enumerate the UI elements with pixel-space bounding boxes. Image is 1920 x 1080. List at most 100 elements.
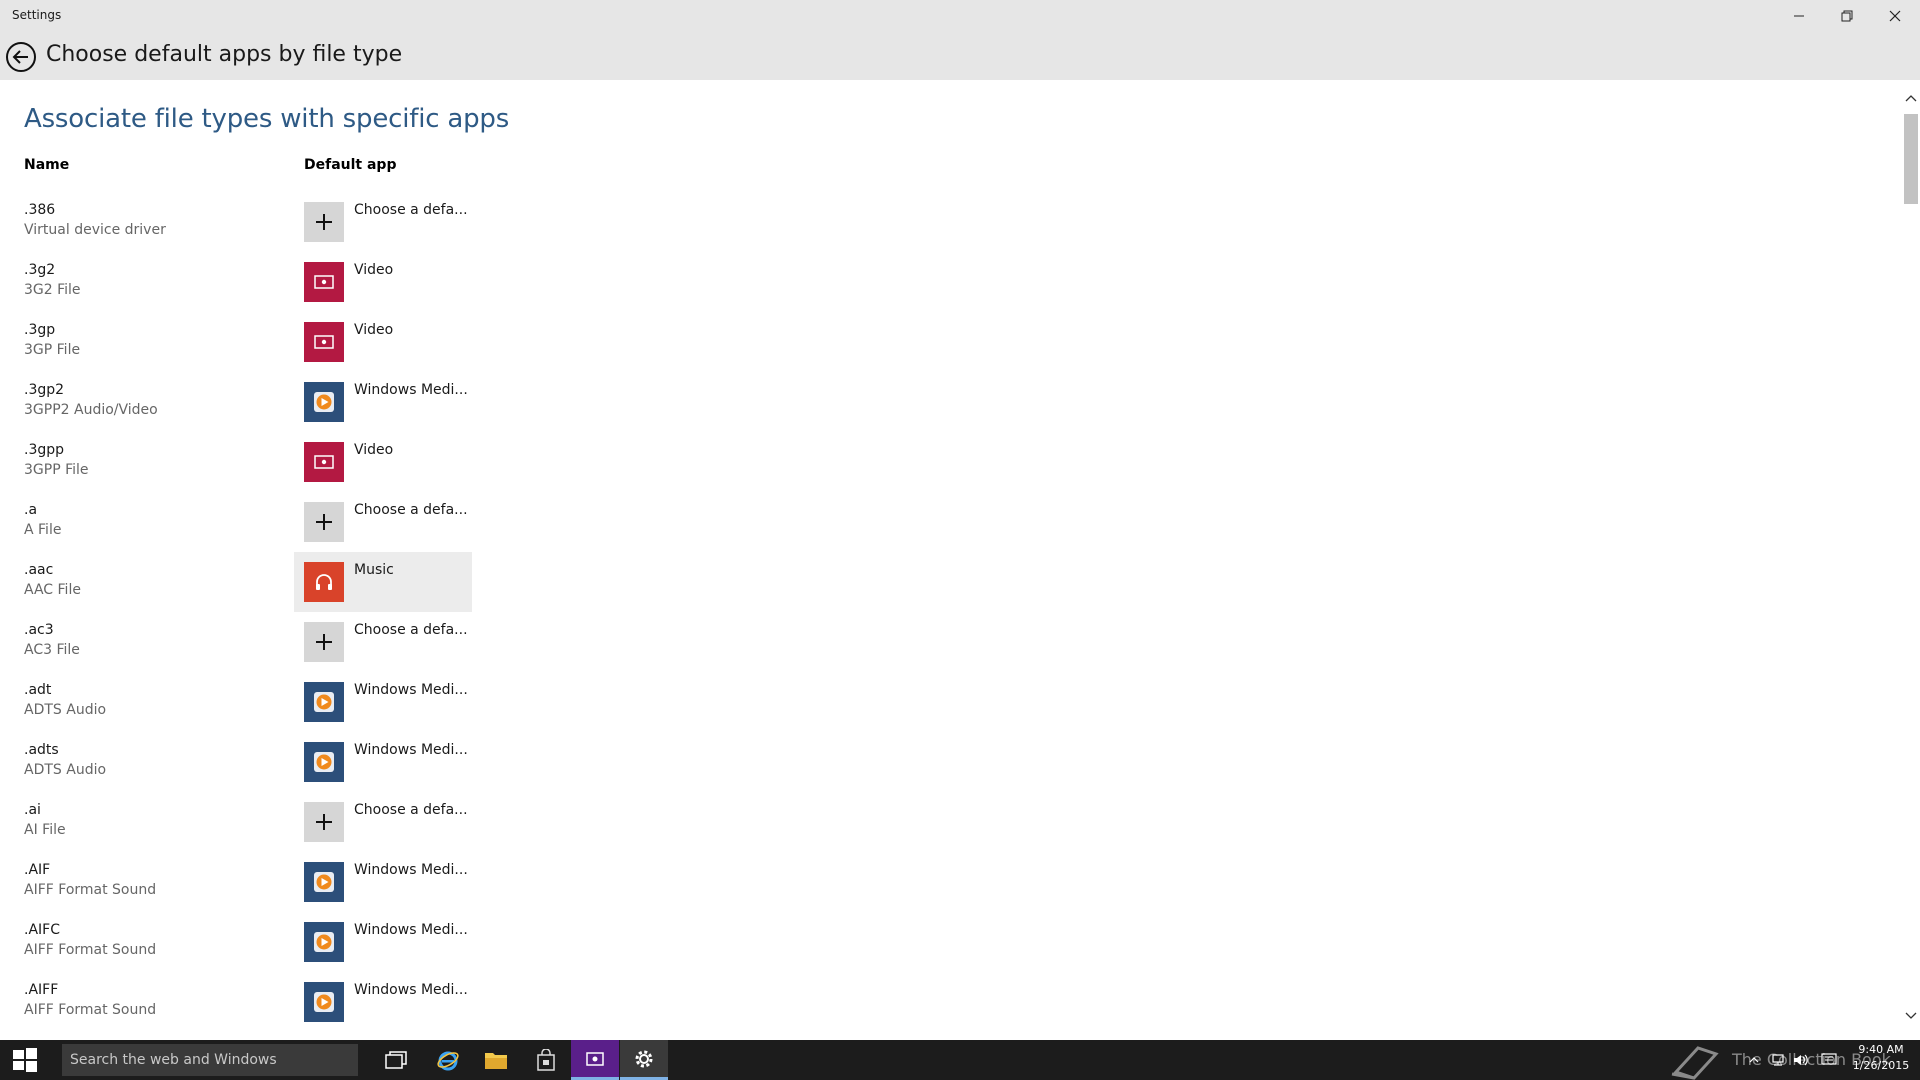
app-tile <box>304 502 344 542</box>
back-arrow-icon <box>6 42 36 72</box>
page-header: Choose default apps by file type <box>0 32 1920 80</box>
taskbar: Search the web and Windows <box>0 1040 1920 1080</box>
window-title: Settings <box>12 8 62 22</box>
default-app-button[interactable]: Windows Medi... <box>294 732 472 792</box>
column-header-default-app: Default app <box>304 157 397 173</box>
file-type-description: AI File <box>24 822 66 838</box>
taskbar-search-box[interactable]: Search the web and Windows <box>62 1044 358 1076</box>
file-type-description: AC3 File <box>24 642 80 658</box>
task-view-button[interactable] <box>372 1040 420 1080</box>
default-app-button[interactable]: Choose a defa... <box>294 612 472 672</box>
taskbar-settings[interactable] <box>620 1040 668 1080</box>
default-app-button[interactable]: Video <box>294 252 472 312</box>
default-app-name: Windows Medi... <box>354 922 468 938</box>
default-app-name: Windows Medi... <box>354 742 468 758</box>
default-app-name: Video <box>354 322 394 338</box>
chevron-down-icon <box>1905 1012 1917 1019</box>
app-tile <box>304 442 344 482</box>
chevron-up-icon <box>1749 1057 1759 1063</box>
default-app-name: Choose a defa... <box>354 202 468 218</box>
minimize-button[interactable] <box>1776 0 1822 32</box>
add-icon <box>316 514 332 530</box>
app-tile <box>304 562 344 602</box>
default-app-button[interactable]: Video <box>294 312 472 372</box>
default-app-button[interactable]: Windows Medi... <box>294 372 472 432</box>
close-button[interactable] <box>1872 0 1918 32</box>
taskbar-file-explorer[interactable] <box>472 1040 520 1080</box>
default-app-button[interactable]: Choose a defa... <box>294 1032 472 1040</box>
vertical-scrollbar[interactable] <box>1902 80 1920 1040</box>
file-type-description: 3G2 File <box>24 282 81 298</box>
tray-volume[interactable] <box>1792 1050 1810 1070</box>
maximize-button[interactable] <box>1824 0 1870 32</box>
default-app-button[interactable]: Music <box>294 552 472 612</box>
video-icon <box>586 1051 604 1066</box>
section-title: Associate file types with specific apps <box>24 104 510 134</box>
default-app-name: Windows Medi... <box>354 982 468 998</box>
default-app-button[interactable]: Windows Medi... <box>294 972 472 1032</box>
file-extension: .AIFF <box>24 982 59 998</box>
taskbar-clock[interactable]: 9:40 AM 1/26/2015 <box>1846 1042 1916 1074</box>
windows-media-player-icon <box>314 932 334 952</box>
title-bar: Settings <box>0 0 1920 32</box>
app-tile <box>304 742 344 782</box>
default-app-button[interactable]: Windows Medi... <box>294 852 472 912</box>
scroll-up-button[interactable] <box>1902 90 1920 106</box>
tray-chevron[interactable] <box>1745 1050 1763 1070</box>
add-icon <box>316 634 332 650</box>
app-tile <box>304 262 344 302</box>
windows-media-player-icon <box>314 752 334 772</box>
start-button[interactable] <box>0 1040 50 1080</box>
file-type-description: 3GP File <box>24 342 81 358</box>
default-app-name: Video <box>354 262 394 278</box>
file-extension: .aac <box>24 562 54 578</box>
default-app-button[interactable]: Windows Medi... <box>294 672 472 732</box>
default-app-name: Choose a defa... <box>354 622 468 638</box>
default-app-button[interactable]: Video <box>294 432 472 492</box>
file-extension: .3gp2 <box>24 382 65 398</box>
file-extension: .386 <box>24 202 56 218</box>
app-tile <box>304 682 344 722</box>
clock-date: 1/26/2015 <box>1852 1059 1910 1072</box>
scroll-thumb[interactable] <box>1904 114 1918 204</box>
taskbar-store[interactable] <box>522 1040 570 1080</box>
video-app-icon <box>314 335 334 349</box>
file-extension: .AIFC <box>24 922 60 938</box>
app-tile <box>304 202 344 242</box>
default-app-name: Windows Medi... <box>354 862 468 878</box>
back-button[interactable] <box>5 41 37 73</box>
taskbar-video-app[interactable] <box>571 1040 619 1080</box>
default-app-button[interactable]: Choose a defa... <box>294 792 472 852</box>
scroll-down-button[interactable] <box>1902 1008 1920 1024</box>
windows-media-player-icon <box>314 392 334 412</box>
file-type-description: AIFF Format Sound <box>24 1002 157 1018</box>
app-tile <box>304 622 344 662</box>
app-tile <box>304 382 344 422</box>
file-extension: .3gpp <box>24 442 65 458</box>
default-app-name: Video <box>354 442 394 458</box>
file-extension: .3g2 <box>24 262 56 278</box>
video-app-icon <box>314 455 334 469</box>
windows-media-player-icon <box>314 692 334 712</box>
file-type-description: A File <box>24 522 62 538</box>
default-app-name: Choose a defa... <box>354 802 468 818</box>
action-center-icon <box>1821 1053 1837 1065</box>
windows-media-player-icon <box>314 992 334 1012</box>
default-app-button[interactable]: Choose a defa... <box>294 192 472 252</box>
task-view-icon <box>385 1051 407 1069</box>
default-app-name: Choose a defa... <box>354 502 468 518</box>
default-app-button[interactable]: Choose a defa... <box>294 492 472 552</box>
file-type-description: AIFF Format Sound <box>24 882 157 898</box>
file-type-description: Virtual device driver <box>24 222 166 238</box>
tray-network[interactable] <box>1770 1050 1788 1070</box>
chevron-up-icon <box>1905 95 1917 102</box>
internet-explorer-icon <box>437 1051 459 1071</box>
default-app-button[interactable]: Windows Medi... <box>294 912 472 972</box>
gear-icon <box>635 1050 653 1067</box>
music-app-icon <box>316 574 332 590</box>
main-content: Associate file types with specific apps … <box>0 80 1902 1040</box>
file-type-description: ADTS Audio <box>24 762 107 778</box>
taskbar-internet-explorer[interactable] <box>424 1040 472 1080</box>
tray-action-center[interactable] <box>1820 1050 1838 1070</box>
network-icon <box>1772 1054 1784 1066</box>
